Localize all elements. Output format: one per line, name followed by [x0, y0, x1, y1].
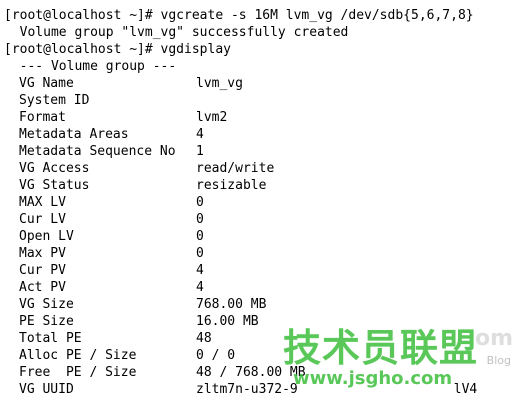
- command-line-vgcreate: [root@localhost ~]# vgcreate -s 16M lvm_…: [4, 8, 474, 23]
- vgcreate-output: Volume group "lvm_vg" successfully creat…: [4, 25, 349, 40]
- row-value: zltm7n-u372-9: [196, 382, 298, 397]
- row-value-tail: lV4: [453, 382, 478, 397]
- row-key: Free PE / Size: [19, 365, 137, 380]
- row-value: 4: [196, 127, 204, 142]
- row-value: 4: [196, 280, 204, 295]
- row-value: lvm2: [196, 110, 228, 125]
- row-key: Total PE: [19, 331, 82, 346]
- row-value: lvm_vg: [196, 76, 243, 91]
- row-key: Metadata Sequence No: [19, 144, 176, 159]
- row-key: MAX LV: [19, 195, 66, 210]
- row-metadata-areas: Metadata Areas 4: [4, 126, 525, 143]
- command-line-vgdisplay: [root@localhost ~]# vgdisplay: [4, 42, 231, 57]
- row-value: 0: [196, 246, 204, 261]
- row-metadata-sequence: Metadata Sequence No 1: [4, 143, 525, 160]
- row-value: 0: [196, 212, 204, 227]
- row-value: 48: [196, 331, 212, 346]
- row-value: read/write: [196, 161, 275, 176]
- row-key: VG Name: [19, 76, 74, 91]
- row-vg-access: VG Access read/write: [4, 160, 525, 177]
- row-alloc-pe: Alloc PE / Size 0 / 0: [4, 347, 525, 364]
- row-key: Act PV: [19, 280, 66, 295]
- row-key: VG Status: [19, 178, 90, 193]
- row-key: Alloc PE / Size: [19, 348, 137, 363]
- row-pe-size: PE Size 16.00 MB: [4, 313, 525, 330]
- row-free-pe: Free PE / Size 48 / 768.00 MB: [4, 364, 525, 381]
- row-key: Format: [19, 110, 66, 125]
- row-key: Cur PV: [19, 263, 66, 278]
- terminal-window[interactable]: [root@localhost ~]# vgcreate -s 16M lvm_…: [0, 0, 525, 400]
- row-system-id: System ID: [4, 92, 525, 109]
- row-key: System ID: [19, 93, 90, 108]
- row-act-pv: Act PV 4: [4, 279, 525, 296]
- row-key: VG UUID: [19, 382, 74, 397]
- row-key: Open LV: [19, 229, 74, 244]
- row-cur-pv: Cur PV 4: [4, 262, 525, 279]
- vg-section-header: --- Volume group ---: [4, 59, 177, 74]
- row-max-lv: MAX LV 0: [4, 194, 525, 211]
- row-key: VG Size: [19, 297, 74, 312]
- row-vg-status: VG Status resizable: [4, 177, 525, 194]
- row-value: 48 / 768.00 MB: [196, 365, 306, 380]
- row-key: Max PV: [19, 246, 66, 261]
- row-cur-lv: Cur LV 0: [4, 211, 525, 228]
- row-value: 0: [196, 229, 204, 244]
- row-format: Format lvm2: [4, 109, 525, 126]
- row-key: Metadata Areas: [19, 127, 129, 142]
- row-vg-name: VG Name lvm_vg: [4, 75, 525, 92]
- row-value: resizable: [196, 178, 267, 193]
- row-key: PE Size: [19, 314, 74, 329]
- row-key: VG Access: [19, 161, 90, 176]
- row-max-pv: Max PV 0: [4, 245, 525, 262]
- row-total-pe: Total PE 48: [4, 330, 525, 347]
- row-key: Cur LV: [19, 212, 66, 227]
- row-value: 4: [196, 263, 204, 278]
- row-value: 768.00 MB: [196, 297, 267, 312]
- row-value: 16.00 MB: [196, 314, 259, 329]
- row-vg-uuid: VG UUID zltm7n-u372-9 lV4: [4, 381, 525, 398]
- row-value: 1: [196, 144, 204, 159]
- row-value: 0 / 0: [196, 348, 236, 363]
- row-value: 0: [196, 195, 204, 210]
- row-open-lv: Open LV 0: [4, 228, 525, 245]
- row-vg-size: VG Size 768.00 MB: [4, 296, 525, 313]
- terminal-output: [root@localhost ~]# vgcreate -s 16M lvm_…: [4, 7, 525, 398]
